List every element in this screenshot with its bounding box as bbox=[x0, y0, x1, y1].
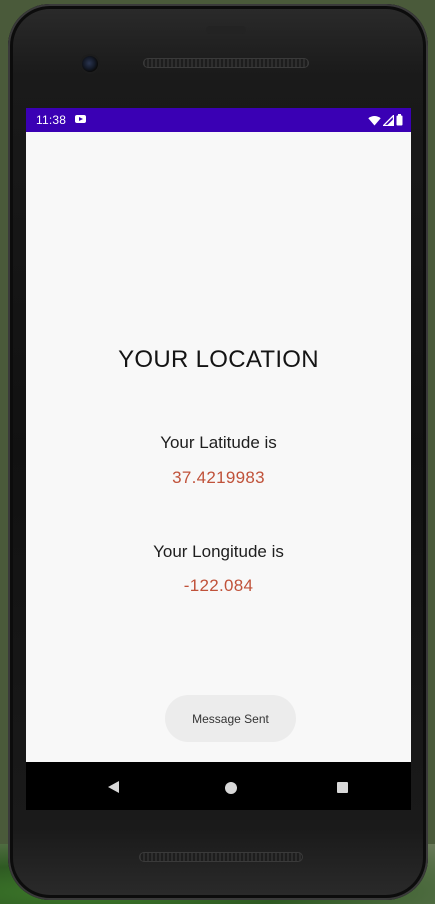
navigation-bar bbox=[26, 762, 411, 810]
toast-message: Message Sent bbox=[165, 695, 296, 742]
cell-signal-icon bbox=[383, 114, 394, 126]
phone-frame: 11:38 YOUR LOCATION Your Latitude is 37.… bbox=[8, 4, 428, 900]
top-speaker-grille bbox=[143, 58, 309, 68]
main-content: YOUR LOCATION Your Latitude is 37.421998… bbox=[26, 132, 411, 762]
page-title: YOUR LOCATION bbox=[118, 346, 319, 373]
home-icon[interactable] bbox=[225, 782, 237, 794]
wifi-icon bbox=[368, 115, 381, 125]
longitude-value: -122.084 bbox=[183, 576, 254, 595]
bottom-speaker-grille bbox=[139, 852, 303, 862]
status-time: 11:38 bbox=[36, 113, 67, 127]
longitude-label: Your Longitude is bbox=[153, 542, 284, 561]
phone-screen: 11:38 YOUR LOCATION Your Latitude is 37.… bbox=[26, 108, 411, 762]
back-icon[interactable] bbox=[108, 781, 119, 793]
front-camera-icon bbox=[82, 56, 98, 72]
latitude-value: 37.4219983 bbox=[172, 468, 265, 487]
youtube-icon bbox=[75, 115, 86, 123]
top-bezel-slot bbox=[206, 26, 246, 34]
battery-icon bbox=[396, 114, 403, 126]
status-icons bbox=[368, 113, 403, 127]
latitude-label: Your Latitude is bbox=[160, 433, 277, 452]
status-bar: 11:38 bbox=[26, 108, 411, 132]
recents-icon[interactable] bbox=[337, 782, 348, 793]
toast-text: Message Sent bbox=[192, 711, 269, 726]
